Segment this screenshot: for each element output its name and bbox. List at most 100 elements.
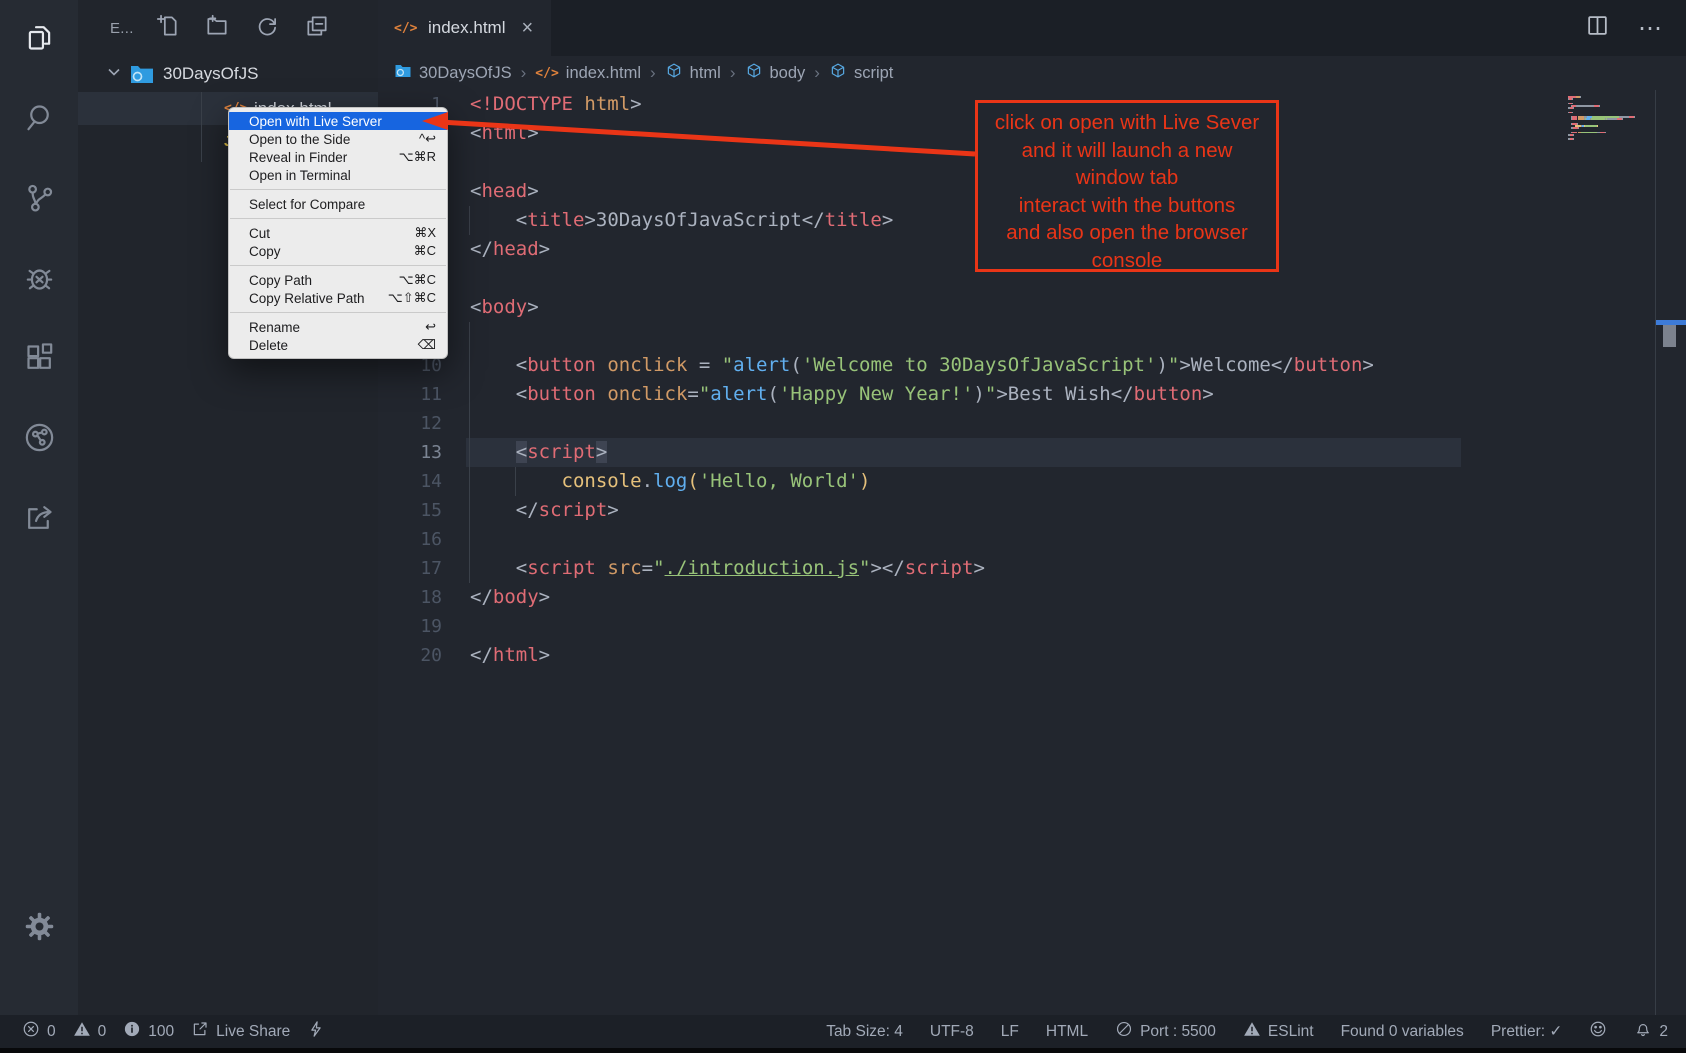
line-number: 17 — [378, 554, 442, 583]
code-line-16: 16 — [378, 525, 1686, 554]
folder-icon — [130, 64, 154, 84]
breadcrumb-item-index-html[interactable]: </> index.html — [535, 64, 641, 83]
menu-item-label: Copy — [249, 244, 281, 259]
menu-item-rename[interactable]: Rename↩ — [229, 318, 447, 336]
more-actions-icon[interactable]: ⋯ — [1638, 14, 1664, 43]
menu-item-select-for-compare[interactable]: Select for Compare — [229, 195, 447, 213]
status-item-eslint[interactable]: ESLint — [1243, 1020, 1314, 1043]
cube-icon — [745, 62, 763, 85]
menu-item-copy-relative-path[interactable]: Copy Relative Path⌥⇧⌘C — [229, 289, 447, 307]
activity-item-extensions[interactable] — [0, 320, 78, 400]
line-number: 12 — [378, 409, 442, 438]
status-item-live-server-port[interactable]: Port : 5500 — [1115, 1020, 1216, 1043]
status-label: UTF-8 — [930, 1023, 974, 1041]
activity-item-settings[interactable] — [0, 889, 78, 969]
activity-item-explorer[interactable] — [0, 0, 78, 80]
menu-item-cut[interactable]: Cut⌘X — [229, 224, 447, 242]
menu-item-open-with-live-server[interactable]: Open with Live Server — [229, 112, 447, 130]
breadcrumb-separator: › — [730, 63, 736, 83]
activity-item-live-share[interactable] — [0, 400, 78, 480]
breadcrumb-item-html[interactable]: html — [665, 62, 721, 85]
menu-item-label: Copy Path — [249, 273, 312, 288]
code-text: <title>30DaysOfJavaScript</title> — [442, 209, 893, 231]
breadcrumb-item-body[interactable]: body — [745, 62, 806, 85]
breadcrumb-item-script[interactable]: script — [829, 62, 893, 85]
status-label: Live Share — [216, 1023, 290, 1041]
status-item-live-share[interactable]: Live Share — [191, 1020, 290, 1043]
status-item-prettier[interactable]: Prettier: ✓ — [1491, 1022, 1563, 1041]
status-item-feedback[interactable] — [1589, 1020, 1607, 1043]
activity-item-source-control[interactable] — [0, 160, 78, 240]
tab-label: index.html — [428, 18, 505, 38]
menu-item-reveal-in-finder[interactable]: Reveal in Finder⌥⌘R — [229, 148, 447, 166]
menu-item-shortcut: ⌘C — [414, 243, 436, 259]
status-item-lightning[interactable] — [307, 1020, 325, 1043]
new-file-button[interactable] — [154, 13, 180, 44]
collapse-all-button[interactable] — [304, 13, 330, 44]
share-arrow-icon — [23, 501, 56, 539]
status-label: Tab Size: 4 — [826, 1023, 903, 1041]
breadcrumb-label: index.html — [566, 64, 641, 83]
files-icon — [23, 21, 56, 59]
line-number: 11 — [378, 380, 442, 409]
cube-icon — [829, 62, 847, 85]
status-item-found-variables[interactable]: Found 0 variables — [1341, 1023, 1464, 1041]
gear-icon — [23, 910, 56, 948]
info-icon — [123, 1020, 141, 1043]
menu-item-label: Open to the Side — [249, 132, 350, 147]
menu-item-open-to-the-side[interactable]: Open to the Side^↩ — [229, 130, 447, 148]
menu-item-copy-path[interactable]: Copy Path⌥⌘C — [229, 271, 447, 289]
menu-item-copy[interactable]: Copy ⌘C — [229, 242, 447, 260]
menu-item-shortcut: ⌫ — [418, 337, 436, 353]
menu-item-open-in-terminal[interactable]: Open in Terminal — [229, 166, 447, 184]
refresh-button[interactable] — [254, 13, 280, 44]
breadcrumb: 30DaysOfJS›</>index.html›html›body›scrip… — [378, 56, 1686, 90]
activity-item-run-debug[interactable] — [0, 240, 78, 320]
line-number: 19 — [378, 612, 442, 641]
annotation-line: interact with the buttons — [978, 192, 1276, 220]
status-item-errors[interactable]: 0 — [22, 1020, 56, 1043]
code-text — [442, 528, 470, 550]
status-label: 0 — [47, 1023, 56, 1041]
line-number: 20 — [378, 641, 442, 670]
status-label: Port : 5500 — [1140, 1023, 1216, 1041]
status-item-infos[interactable]: 100 — [123, 1020, 174, 1043]
status-item-encoding[interactable]: UTF-8 — [930, 1023, 974, 1041]
code-line-18: 18</body> — [378, 583, 1686, 612]
port-icon — [1115, 1020, 1133, 1043]
activity-item-share[interactable] — [0, 480, 78, 560]
status-label: Prettier: ✓ — [1491, 1022, 1563, 1041]
circle-share-icon — [23, 421, 56, 459]
annotation-box: click on open with Live Severand it will… — [975, 100, 1279, 272]
bell-icon — [1634, 1020, 1652, 1043]
tree-folder-30daysofjs[interactable]: 30DaysOfJS — [78, 56, 378, 92]
status-item-notifications[interactable]: 2 — [1634, 1020, 1668, 1043]
new-folder-button[interactable] — [204, 13, 230, 44]
code-text: <!DOCTYPE html> — [442, 93, 642, 115]
status-item-eol[interactable]: LF — [1001, 1023, 1019, 1041]
activity-item-search[interactable] — [0, 80, 78, 160]
close-icon[interactable]: × — [521, 17, 533, 40]
status-item-tab-size[interactable]: Tab Size: 4 — [826, 1023, 903, 1041]
breadcrumb-item-30daysofjs[interactable]: 30DaysOfJS — [394, 62, 512, 85]
code-line-20: 20</html> — [378, 641, 1686, 670]
code-text: <body> — [442, 296, 539, 318]
menu-separator — [230, 312, 446, 313]
code-line-10: 10 <button onclick = "alert('Welcome to … — [378, 351, 1686, 380]
breadcrumb-separator: › — [521, 63, 527, 83]
split-editor-icon[interactable] — [1585, 13, 1610, 43]
menu-item-label: Reveal in Finder — [249, 150, 347, 165]
code-text — [442, 412, 470, 434]
tab-index-html[interactable]: </> index.html × — [378, 0, 551, 56]
code-line-19: 19 — [378, 612, 1686, 641]
menu-item-label: Rename — [249, 320, 300, 335]
code-text: </head> — [442, 238, 550, 260]
status-item-warnings[interactable]: 0 — [73, 1020, 107, 1043]
html-file-icon: </> — [535, 66, 558, 81]
bug-icon — [23, 261, 56, 299]
status-bar: 00 100 Live Share Tab Size: 4 UTF-8 LF HTML Po… — [0, 1015, 1686, 1048]
folder-label: 30DaysOfJS — [163, 64, 258, 84]
status-item-language-mode[interactable]: HTML — [1046, 1023, 1088, 1041]
menu-item-label: Open in Terminal — [249, 168, 351, 183]
menu-item-delete[interactable]: Delete⌫ — [229, 336, 447, 354]
